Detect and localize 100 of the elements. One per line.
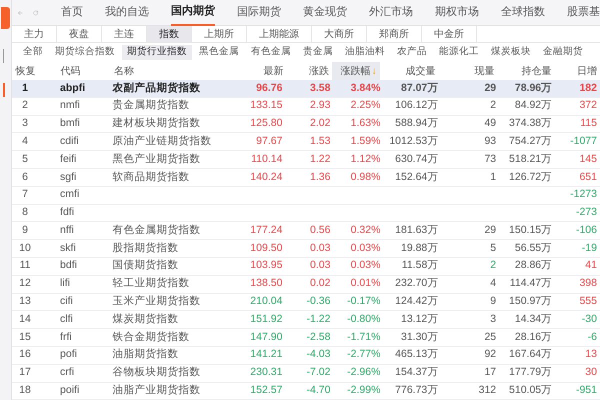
column-header[interactable]: 涨跌幅↓ [332, 62, 380, 80]
category-tab[interactable]: 煤炭板块 [486, 44, 536, 60]
table-cell: 1012.53万 [389, 134, 438, 147]
nav-tab[interactable]: 外汇市场 [369, 0, 413, 26]
table-cell: clfi [60, 312, 73, 325]
table-cell: 150.97万 [509, 295, 552, 308]
table-cell: 1.12% [350, 152, 380, 165]
table-cell: 0.32% [350, 224, 380, 236]
table-cell: 19.88万 [401, 242, 438, 254]
table-cell: 2.25% [350, 99, 380, 112]
market-tab[interactable]: 大商所 [312, 26, 367, 42]
table-cell: 轻工业期货指数 [112, 277, 190, 290]
table-cell: 84.92万 [514, 99, 552, 112]
nav-tab[interactable]: 我的自选 [105, 0, 149, 26]
category-tab[interactable]: 全部 [18, 44, 48, 60]
market-tab[interactable]: 郑商所 [367, 26, 422, 42]
table-cell: 1.22 [310, 152, 330, 165]
table-cell: -2.99% [347, 384, 380, 396]
table-cell: 0.03 [310, 259, 330, 272]
market-tab[interactable]: 上期能源 [247, 26, 312, 42]
table-cell: 14.34万 [514, 312, 552, 325]
category-tab[interactable]: 黑色金属 [194, 44, 244, 60]
table-cell: 115 [580, 117, 597, 130]
column-header[interactable]: 持仓量 [497, 64, 554, 78]
table-row[interactable]: 5 feifi 黑色产业期货指数 110.14 1.22 1.12% 630.74万 73 518.21万 145 [12, 151, 600, 169]
column-header[interactable]: 代码 [38, 64, 106, 78]
column-header[interactable]: 现量 [438, 64, 498, 78]
table-row[interactable]: 7 cmfi -1273 [12, 186, 600, 205]
category-tab[interactable]: 期货行业指数 [122, 44, 192, 60]
table-cell: 建材板块期货指数 [112, 117, 201, 130]
market-tab[interactable]: 上期所 [192, 26, 247, 42]
column-header[interactable]: 最新 [238, 64, 286, 78]
table-cell: 372 [579, 99, 597, 112]
table-row[interactable]: 8 fdfi -273 [12, 204, 600, 222]
category-tab[interactable]: 油脂油料 [340, 44, 390, 60]
table-cell: 151.92 [250, 312, 282, 325]
column-header[interactable]: 日增 [554, 64, 600, 78]
column-header[interactable]: 涨跌 [286, 64, 332, 78]
table-cell: 股指期货指数 [112, 242, 179, 254]
table-row[interactable]: 6 sgfi 软商品期货指数 140.24 1.36 0.98% 152.64万 1 126.72万 651 [12, 168, 600, 187]
table-cell: 152.57 [250, 384, 282, 396]
table-cell: 126.72万 [509, 170, 552, 182]
table-row[interactable]: 10 skfi 股指期货指数 109.50 0.03 0.03% 19.88万 5 56.55万 -19 [12, 240, 600, 258]
nav-tab[interactable]: 首页 [61, 0, 83, 26]
table-row[interactable]: 3 bmfi 建材板块期货指数 125.80 2.02 1.63% 588.94万 49 374.38万 115 [12, 116, 600, 134]
table-cell: 3.84% [350, 82, 380, 94]
table-cell: 518.21万 [509, 152, 552, 165]
category-tab[interactable]: 贵金属 [298, 44, 338, 60]
column-header[interactable]: 名称 [106, 64, 239, 78]
table-row[interactable]: 18 poifi 油脂产业期货指数 152.57 -4.70 -2.99% 776.73万 312 510.05万 -951 [12, 382, 600, 400]
table-cell: frfi [60, 330, 72, 343]
nav-tab[interactable]: 全球指数 [501, 0, 545, 26]
table-cell: 11.58万 [402, 259, 438, 272]
table-cell: 12 [19, 277, 31, 290]
table-cell: 2 [22, 99, 28, 112]
category-tab[interactable]: 有色金属 [246, 44, 296, 60]
table-cell: 25 [484, 330, 496, 343]
table-row[interactable]: 11 bdfi 国债期货指数 103.95 0.03 0.03% 11.58万 2 28.86万 41 [12, 258, 600, 276]
table-cell: -2.77% [347, 348, 380, 360]
table-row[interactable]: 12 lifi 轻工业期货指数 138.50 0.02 0.01% 232.70万 4 114.47万 398 [12, 276, 600, 294]
table-cell: 7 [22, 188, 28, 200]
table-row[interactable]: 15 frfi 铁合金期货指数 147.90 -2.58 -1.71% 31.30万 25 28.16万 -6 [12, 329, 600, 347]
table-cell: 1.63% [350, 117, 380, 130]
table-row[interactable]: 17 crfi 谷物板块期货指数 230.31 -7.02 -2.96% 154.37万 17 177.79万 30 [12, 364, 600, 383]
table-cell: 5 [22, 152, 28, 165]
market-tab[interactable]: 主力 [12, 26, 57, 42]
category-tab[interactable]: 期货综合指数 [50, 44, 120, 60]
table-cell: 140.24 [250, 170, 282, 182]
table-row[interactable]: 13 cifi 玉米产业期货指数 210.04 -0.36 -0.17% 124.42万 9 150.97万 555 [12, 294, 600, 312]
app-logo-icon[interactable] [1, 7, 10, 29]
market-tab[interactable]: 夜盘 [57, 26, 102, 42]
nav-tab[interactable]: 黄金现货 [303, 0, 347, 26]
table-row[interactable]: 14 clfi 煤炭期货指数 151.92 -1.22 -0.80% 13.12万 3 14.34万 -30 [12, 311, 600, 330]
category-tab[interactable]: 农产品 [392, 44, 432, 60]
table-row[interactable]: 9 nffi 有色金属期货指数 177.24 0.56 0.32% 181.63万 29 150.15万 -106 [12, 222, 600, 240]
table-cell: 124.42万 [395, 295, 438, 308]
table-cell: pofi [60, 348, 77, 360]
table-row[interactable]: 1 abpfi 农副产品期货指数 96.76 3.58 3.84% 87.07万 29 78.96万 182 [12, 80, 600, 98]
category-tab[interactable]: 能源化工 [434, 44, 484, 60]
column-header[interactable]: 成交量 [380, 64, 439, 78]
table-cell: 465.13万 [395, 348, 438, 360]
table-cell: 110.14 [251, 152, 282, 165]
bar-icon[interactable] [3, 83, 8, 97]
nav-tab[interactable]: 期权市场 [435, 0, 479, 26]
table-cell: 2 [490, 259, 496, 272]
table-cell: 28.86万 [514, 259, 552, 272]
table-cell: 181.63万 [395, 224, 438, 236]
category-tab[interactable]: 金融期货 [538, 44, 588, 60]
nav-tab[interactable]: 国际期货 [237, 0, 281, 26]
market-tab[interactable]: 指数 [147, 26, 192, 42]
column-header[interactable]: 恢复 [12, 64, 39, 78]
market-tab[interactable]: 中金所 [422, 26, 477, 42]
table-row[interactable]: 16 pofi 油脂期货指数 141.21 -4.03 -2.77% 465.13万 92 167.64万 13 [12, 346, 600, 365]
table-cell: 10 [19, 242, 31, 254]
table-cell: 109.50 [250, 242, 282, 254]
table-cell: 1.59% [350, 134, 380, 147]
nav-tab[interactable]: 股票基 [567, 0, 600, 26]
table-cell: 2.02 [310, 117, 330, 130]
table-row[interactable]: 2 nmfi 贵金属期货指数 133.15 2.93 2.25% 106.12万 2 84.92万 372 [12, 98, 600, 116]
table-row[interactable]: 4 cdifi 原油产业链期货指数 97.67 1.53 1.59% 1012.53万 93 754.27万 -1077 [12, 133, 600, 152]
